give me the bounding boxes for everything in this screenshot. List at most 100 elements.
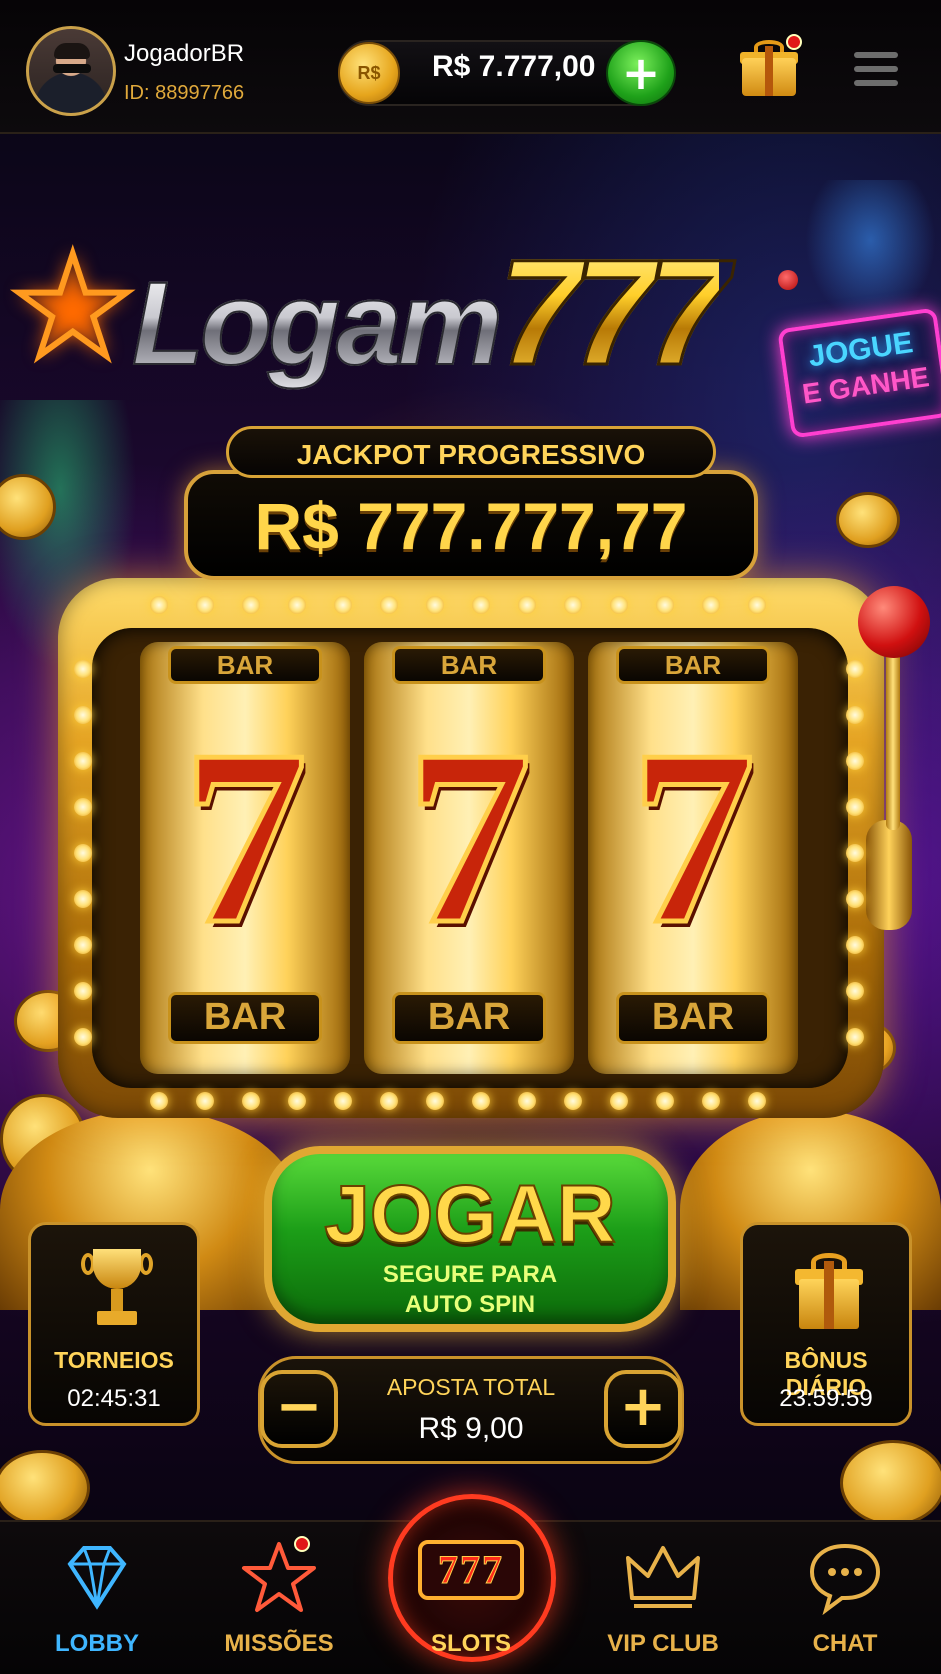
missions-notification-badge [294, 1536, 310, 1552]
reel-symbol-bar: BAR [168, 646, 322, 684]
marquee-bulb [288, 1092, 306, 1110]
coin-icon [840, 1440, 941, 1526]
nav-label-lobby: LOBBY [55, 1630, 139, 1657]
marquee-bulb [846, 1028, 864, 1046]
marquee-bulb [846, 798, 864, 816]
balance-value: R$ 7.777,00 [432, 50, 596, 83]
nav-item-vip-club[interactable]: VIP CLUB [588, 1520, 738, 1672]
reel-symbol-seven: 7 [404, 699, 534, 976]
bet-value: R$ 9,00 [418, 1412, 524, 1445]
marquee-bulb [74, 798, 92, 816]
add-funds-button[interactable]: + [606, 40, 676, 106]
diamond-icon [56, 1536, 138, 1618]
avatar-sunglasses [53, 64, 91, 73]
marquee-bulb [702, 596, 720, 614]
trophy-stem [111, 1289, 123, 1313]
daily-bonus-button[interactable]: BÔNUS DIÁRIO 23:59:59 [740, 1222, 912, 1426]
marquee-bulb [610, 1092, 628, 1110]
decrease-bet-button[interactable]: − [260, 1370, 338, 1448]
menu-line [854, 52, 898, 58]
logo-number: 777 [497, 227, 730, 398]
gift-icon [795, 1253, 863, 1331]
chat-bubble-icon [804, 1536, 886, 1618]
marquee-bulb [380, 596, 398, 614]
marquee-bulb [150, 596, 168, 614]
logo-dot [778, 270, 798, 290]
trophy-cup [93, 1249, 141, 1289]
tournaments-timer: 02:45:31 [67, 1385, 161, 1412]
game-logo: Logam777 [131, 226, 812, 398]
marquee-bulb [846, 660, 864, 678]
coin-icon [836, 492, 900, 548]
nav-label-vip-club: VIP CLUB [607, 1630, 719, 1657]
trophy-handle [139, 1253, 153, 1275]
marquee-bulb [196, 596, 214, 614]
nav-item-chat[interactable]: CHAT [770, 1520, 920, 1672]
gift-ribbon [765, 46, 773, 96]
nav-item-slots-label-wrap: SLOTS [396, 1520, 546, 1672]
marquee-bulb [196, 1092, 214, 1110]
marquee-bulb [74, 660, 92, 678]
bet-label: APOSTA TOTAL [386, 1374, 556, 1400]
nav-item-lobby[interactable]: LOBBY [22, 1520, 172, 1672]
increase-bet-button[interactable]: + [604, 1370, 682, 1448]
marquee-bulb [846, 936, 864, 954]
marquee-bulb [426, 596, 444, 614]
marquee-bulb [74, 936, 92, 954]
play-button-hint-1: SEGURE PARA [382, 1261, 558, 1288]
neon-star-icon: ★ [7, 226, 139, 389]
reel-symbol-bar: BAR [168, 992, 322, 1044]
avatar-hair [54, 43, 90, 59]
palm-tree-decor [800, 180, 941, 330]
lever-arm[interactable] [886, 630, 900, 830]
reel-symbol-bar: BAR [392, 992, 546, 1044]
nav-label-slots: SLOTS [430, 1630, 511, 1657]
marquee-bulb [656, 596, 674, 614]
jackpot-label: JACKPOT PROGRESSIVO [226, 426, 716, 478]
marquee-bulb [334, 596, 352, 614]
trophy-icon [81, 1249, 153, 1333]
marquee-bulb [74, 1028, 92, 1046]
lever-knob[interactable] [858, 586, 930, 658]
lever-base [866, 820, 912, 930]
marquee-bulb [74, 706, 92, 724]
marquee-bulb [288, 596, 306, 614]
marquee-bulb [380, 1092, 398, 1110]
menu-line [854, 66, 898, 72]
crown-icon [622, 1536, 704, 1618]
play-button-label: JOGAR [323, 1169, 617, 1261]
tournaments-button[interactable]: TORNEIOS 02:45:31 [28, 1222, 200, 1426]
nav-label-chat: CHAT [812, 1630, 878, 1657]
nav-label-missions: MISSÕES [224, 1630, 334, 1657]
reel-symbol-bar: BAR [616, 992, 770, 1044]
marquee-bulb [748, 1092, 766, 1110]
marquee-bulb [242, 1092, 260, 1110]
marquee-bulb [426, 1092, 444, 1110]
player-name: JogadorBR [124, 40, 245, 67]
marquee-bulb [518, 596, 536, 614]
marquee-bulb [242, 596, 260, 614]
marquee-bulb [74, 844, 92, 862]
reel-3: BAR 7 BAR [588, 642, 798, 1074]
currency-coin-icon: R$ [338, 42, 400, 104]
reel-symbol-seven: 7 [180, 699, 310, 976]
reel-1: BAR 7 BAR [140, 642, 350, 1074]
reel-symbol-seven: 7 [628, 699, 758, 976]
marquee-bulb [846, 844, 864, 862]
reel-symbol-bar: BAR [392, 646, 546, 684]
marquee-bulb [846, 752, 864, 770]
reel-2: BAR 7 BAR [364, 642, 574, 1074]
gift-notification-badge [786, 34, 802, 50]
player-id: ID: 88997766 [124, 82, 245, 104]
tournaments-label: TORNEIOS [54, 1347, 174, 1373]
hamburger-menu-icon[interactable] [854, 52, 898, 88]
marquee-bulb [748, 596, 766, 614]
marquee-bulb [74, 982, 92, 1000]
nav-item-missions[interactable]: MISSÕES [204, 1520, 354, 1672]
marquee-bulb [702, 1092, 720, 1110]
marquee-bulb [150, 1092, 168, 1110]
marquee-bulb [610, 596, 628, 614]
player-avatar[interactable] [26, 26, 116, 116]
play-button[interactable]: JOGAR SEGURE PARA AUTO SPIN [264, 1146, 676, 1332]
marquee-bulb [74, 890, 92, 908]
